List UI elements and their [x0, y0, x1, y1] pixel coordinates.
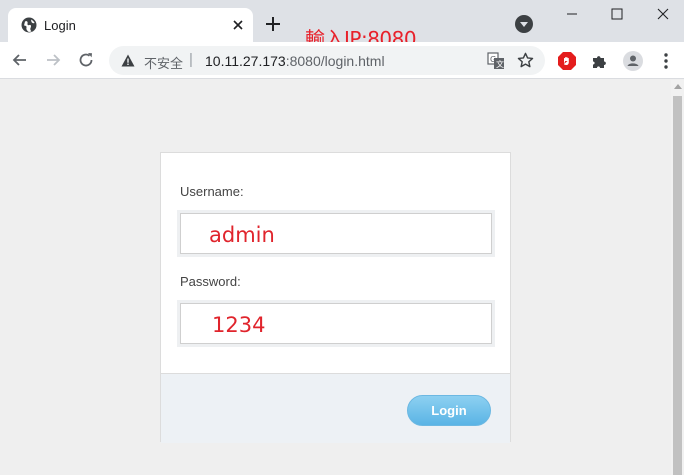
page-viewport: Username: admin Password: 1234 Login	[0, 80, 671, 475]
more-menu-icon[interactable]	[655, 50, 677, 72]
forward-arrow-icon[interactable]	[43, 50, 63, 70]
back-arrow-icon[interactable]	[10, 50, 30, 70]
username-label: Username:	[180, 184, 244, 199]
close-icon[interactable]	[229, 16, 247, 34]
password-value: 1234	[212, 313, 266, 337]
window-close-icon[interactable]	[653, 6, 673, 22]
security-label[interactable]: 不安全	[144, 53, 183, 72]
scroll-thumb[interactable]	[673, 96, 682, 475]
address-bar[interactable]: 不安全 | 10.11.27.173:8080/login.html G 文	[109, 46, 545, 75]
vertical-scrollbar[interactable]	[671, 80, 684, 475]
password-label: Password:	[180, 274, 241, 289]
url-host: 10.11.27.173	[205, 53, 286, 69]
profile-avatar-icon[interactable]	[622, 50, 644, 72]
warning-icon[interactable]	[121, 54, 135, 67]
url-text[interactable]: 10.11.27.173:8080/login.html	[205, 53, 385, 69]
globe-icon	[21, 17, 37, 33]
extensions-puzzle-icon[interactable]	[589, 50, 611, 72]
tab-strip: Login 輸入IP:8080	[0, 0, 684, 51]
adblock-extension-icon[interactable]	[556, 50, 578, 72]
maximize-icon[interactable]	[607, 6, 627, 22]
translate-icon[interactable]: G 文	[487, 52, 505, 70]
username-field[interactable]: admin	[180, 213, 492, 254]
url-path: :8080/login.html	[285, 53, 385, 69]
tab-login[interactable]: Login	[8, 8, 253, 42]
login-panel: Username: admin Password: 1234 Login	[160, 152, 511, 443]
plus-icon[interactable]	[263, 14, 283, 34]
minimize-icon[interactable]	[562, 6, 582, 22]
url-separator: |	[189, 51, 193, 68]
reload-icon[interactable]	[76, 50, 96, 70]
tab-title: Login	[44, 18, 76, 33]
password-field[interactable]: 1234	[180, 303, 492, 344]
scroll-up-icon[interactable]	[674, 84, 682, 89]
bookmark-star-icon[interactable]	[516, 51, 535, 70]
login-button[interactable]: Login	[407, 395, 491, 426]
login-footer: Login	[161, 373, 510, 443]
tab-search-icon[interactable]	[515, 15, 533, 33]
username-value: admin	[209, 223, 275, 247]
svg-text:文: 文	[496, 59, 504, 69]
browser-toolbar: 不安全 | 10.11.27.173:8080/login.html G 文	[0, 42, 684, 79]
